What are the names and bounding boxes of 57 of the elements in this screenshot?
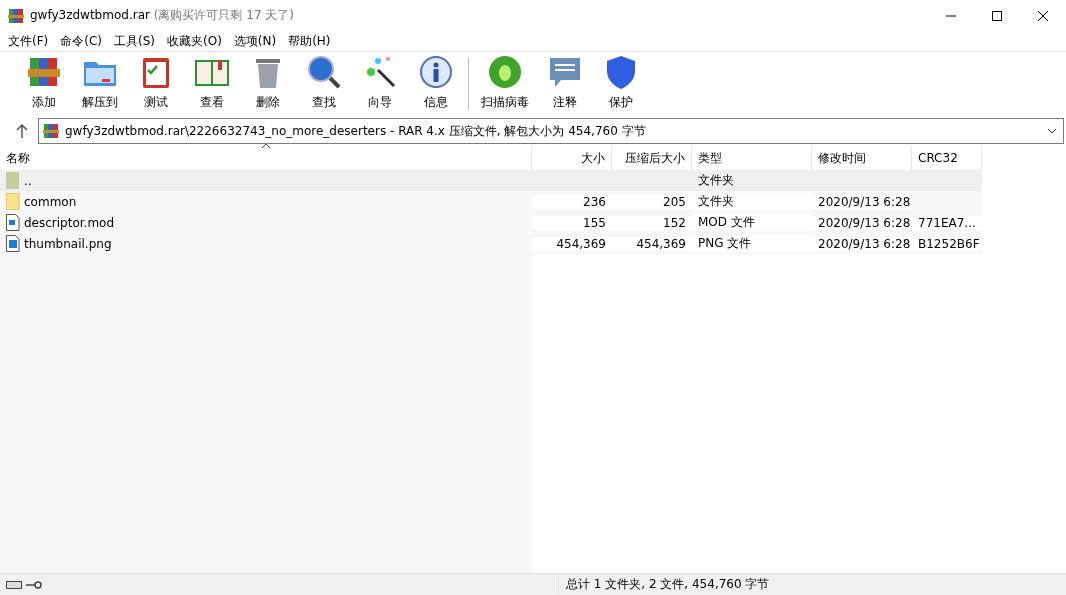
chevron-down-icon[interactable] <box>1047 128 1057 134</box>
folder-icon <box>6 193 20 210</box>
file-name: thumbnail.png <box>24 236 113 251</box>
file-row[interactable]: .. 文件夹 <box>0 170 982 191</box>
magnifier-icon <box>306 54 342 90</box>
menu-item[interactable]: 文件(F) <box>2 32 55 50</box>
app-icon <box>8 7 24 24</box>
status-text: 总计 1 文件夹, 2 文件, 454,760 字节 <box>558 576 770 593</box>
menu-item[interactable]: 工具(S) <box>108 32 161 50</box>
file-icon <box>6 214 20 231</box>
parent-folder-icon <box>6 172 20 189</box>
size-cell: 155 <box>532 215 612 230</box>
file-row[interactable]: thumbnail.png 454,369 454,369 PNG 文件 2020/9/13 6:28 B1252B6F <box>0 233 982 254</box>
info-icon <box>418 54 454 90</box>
menu-item[interactable]: 帮助(H) <box>282 32 337 50</box>
packed-size-cell: 205 <box>612 194 692 209</box>
close-icon <box>1038 10 1048 21</box>
toolbar-button[interactable]: 删除 <box>240 54 296 116</box>
file-name: common <box>24 194 78 209</box>
key-icon <box>26 580 42 589</box>
toolbar-button[interactable]: 注释 <box>537 54 593 116</box>
image-file-icon <box>6 235 20 252</box>
modified-cell: 2020/9/13 6:28 <box>812 215 912 230</box>
crc-cell: 771EA7... <box>912 215 982 230</box>
packed-size-cell: 454,369 <box>612 236 692 251</box>
toolbar-button[interactable]: 信息 <box>408 54 464 116</box>
size-cell: 454,369 <box>532 236 612 251</box>
modified-cell: 2020/9/13 6:28 <box>812 236 912 251</box>
file-name: descriptor.mod <box>24 215 116 230</box>
toolbar-button[interactable]: 添加 <box>16 54 72 116</box>
up-arrow-icon[interactable] <box>16 124 28 138</box>
toolbar-button[interactable]: 测试 <box>128 54 184 116</box>
type-cell: PNG 文件 <box>692 235 812 252</box>
file-row[interactable]: common 236 205 文件夹 2020/9/13 6:28 <box>0 191 982 212</box>
drive-icon <box>6 580 22 589</box>
archive-icon <box>43 123 59 139</box>
packed-size-cell: 152 <box>612 215 692 230</box>
toolbar-button[interactable]: 查找 <box>296 54 352 116</box>
toolbar-button[interactable]: 保护 <box>593 54 649 116</box>
address-field[interactable]: gwfy3zdwtbmod.rar\2226632743_no_more_deserters - RAR 4.x 压缩文件, 解包大小为 454,760 字节 <box>38 118 1064 144</box>
toolbar-button[interactable]: 向导 <box>352 54 408 116</box>
size-cell: 236 <box>532 194 612 209</box>
type-cell: MOD 文件 <box>692 214 812 231</box>
modified-cell: 2020/9/13 6:28 <box>812 194 912 209</box>
maximize-icon <box>992 10 1002 21</box>
file-row[interactable]: descriptor.mod 155 152 MOD 文件 2020/9/13 6:28 771EA7... <box>0 212 982 233</box>
toolbar-button[interactable]: 扫描病毒 <box>473 54 537 116</box>
menu-item[interactable]: 命令(C) <box>54 32 108 50</box>
toolbar-button[interactable]: 查看 <box>184 54 240 116</box>
type-cell: 文件夹 <box>692 193 812 210</box>
toolbar-button[interactable]: 解压到 <box>72 54 128 116</box>
type-cell-text: 文件夹 <box>697 172 735 189</box>
window-title: gwfy3zdwtbmod.rar (离购买许可只剩 17 天了) <box>30 7 294 24</box>
menu-item[interactable]: 收藏夹(O) <box>161 32 228 50</box>
crc-cell: B1252B6F <box>912 236 982 251</box>
file-name: .. <box>24 173 33 188</box>
menu-item[interactable]: 选项(N) <box>227 32 283 50</box>
